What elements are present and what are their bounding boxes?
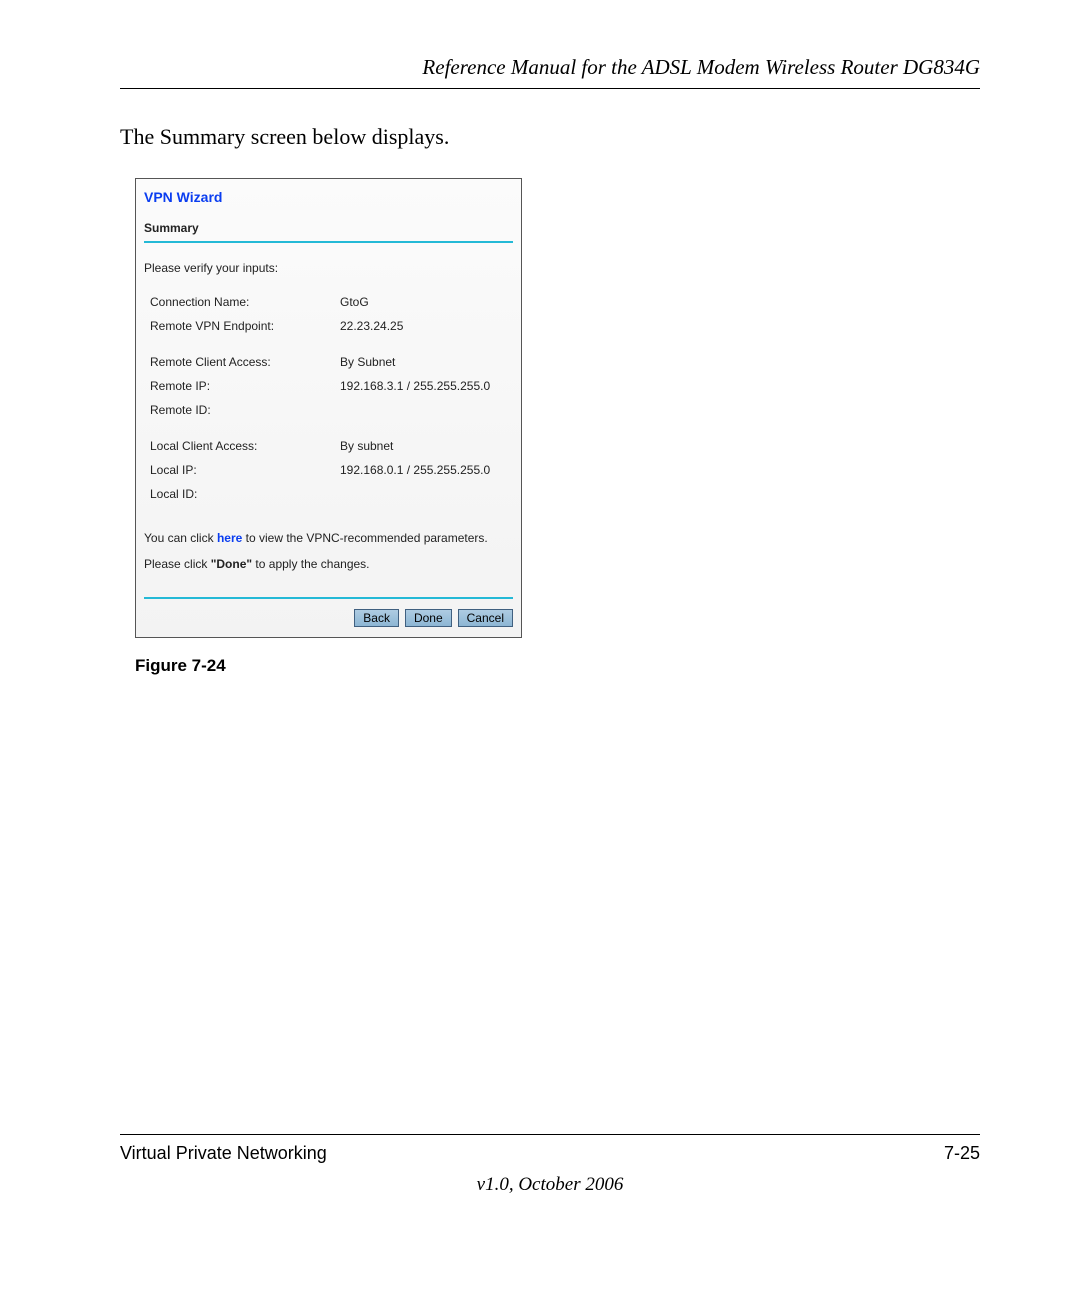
done-button[interactable]: Done: [405, 609, 452, 627]
field-row: Remote IP: 192.168.3.1 / 255.255.255.0: [150, 377, 513, 401]
button-row: Back Done Cancel: [136, 605, 521, 637]
done-post-text: to apply the changes.: [252, 557, 369, 571]
field-row: Local Client Access: By subnet: [150, 437, 513, 461]
footer-section-title: Virtual Private Networking: [120, 1143, 327, 1164]
field-value: 192.168.3.1 / 255.255.255.0: [340, 379, 490, 393]
field-label: Local ID:: [150, 487, 340, 501]
field-value: By subnet: [340, 439, 393, 453]
vpnc-here-link[interactable]: here: [217, 531, 242, 545]
done-pre-text: Please click: [144, 557, 211, 571]
field-label: Remote Client Access:: [150, 355, 340, 369]
field-row: Local ID:: [150, 485, 513, 509]
field-value: GtoG: [340, 295, 369, 309]
field-value: By Subnet: [340, 355, 395, 369]
divider: [144, 597, 513, 599]
wizard-title: VPN Wizard: [136, 179, 521, 221]
field-label: Local Client Access:: [150, 439, 340, 453]
intro-text: The Summary screen below displays.: [120, 124, 980, 150]
field-row: Remote Client Access: By Subnet: [150, 353, 513, 377]
document-header: Reference Manual for the ADSL Modem Wire…: [120, 55, 980, 89]
verify-inputs-text: Please verify your inputs:: [136, 261, 521, 293]
field-group-remote: Remote Client Access: By Subnet Remote I…: [136, 353, 521, 437]
field-row: Connection Name: GtoG: [150, 293, 513, 317]
field-group-local: Local Client Access: By subnet Local IP:…: [136, 437, 521, 521]
field-row: Remote ID:: [150, 401, 513, 425]
figure-caption: Figure 7-24: [135, 656, 980, 676]
field-label: Remote ID:: [150, 403, 340, 417]
back-button[interactable]: Back: [354, 609, 399, 627]
page-number: 7-25: [944, 1143, 980, 1164]
footer-divider: [120, 1134, 980, 1135]
field-value: 192.168.0.1 / 255.255.255.0: [340, 463, 490, 477]
vpnc-post-text: to view the VPNC-recommended parameters.: [242, 531, 487, 545]
field-label: Local IP:: [150, 463, 340, 477]
cancel-button[interactable]: Cancel: [458, 609, 513, 627]
field-label: Remote VPN Endpoint:: [150, 319, 340, 333]
divider: [144, 241, 513, 243]
footer-version: v1.0, October 2006: [120, 1174, 980, 1196]
field-value: 22.23.24.25: [340, 319, 403, 333]
field-label: Connection Name:: [150, 295, 340, 309]
vpnc-pre-text: You can click: [144, 531, 217, 545]
apply-changes-line: Please click "Done" to apply the changes…: [136, 549, 521, 571]
document-footer: Virtual Private Networking 7-25 v1.0, Oc…: [120, 1134, 980, 1196]
field-row: Remote VPN Endpoint: 22.23.24.25: [150, 317, 513, 341]
field-row: Local IP: 192.168.0.1 / 255.255.255.0: [150, 461, 513, 485]
done-bold-text: "Done": [211, 557, 252, 571]
vpn-wizard-panel: VPN Wizard Summary Please verify your in…: [135, 178, 522, 638]
summary-section-title: Summary: [136, 221, 521, 241]
field-group-connection: Connection Name: GtoG Remote VPN Endpoin…: [136, 293, 521, 353]
field-label: Remote IP:: [150, 379, 340, 393]
vpnc-parameters-line: You can click here to view the VPNC-reco…: [136, 521, 521, 549]
